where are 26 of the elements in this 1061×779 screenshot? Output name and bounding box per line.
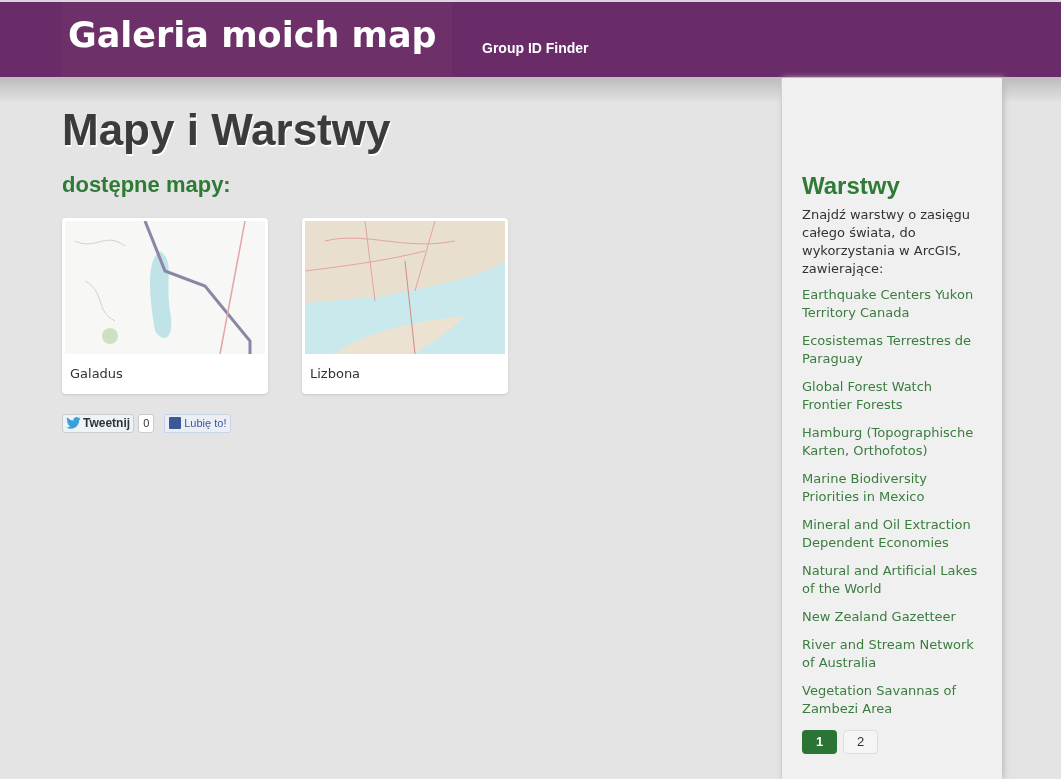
layer-link[interactable]: Earthquake Centers Yukon Territory Canada xyxy=(802,286,982,322)
tweet-button[interactable]: Tweetnij xyxy=(62,413,135,433)
page-button[interactable]: 1 xyxy=(802,730,837,754)
section-heading: dostępne mapy: xyxy=(62,174,232,196)
tweet-count: 0 xyxy=(138,413,155,433)
layer-link[interactable]: New Zealand Gazetteer xyxy=(802,608,982,626)
header-title[interactable]: Galeria moich map xyxy=(62,2,452,77)
layer-link[interactable]: Hamburg (Topographische Karten, Orthofotos) xyxy=(802,424,982,460)
page-button[interactable]: 2 xyxy=(843,730,878,754)
like-button[interactable]: Lubię to! xyxy=(164,413,232,433)
map-label: Lizbona xyxy=(309,365,362,383)
map-card[interactable]: Lizbona xyxy=(302,218,508,394)
bird-icon xyxy=(66,417,81,429)
nav-link[interactable]: Group ID Finder xyxy=(482,38,589,77)
map-label: Galadus xyxy=(69,365,124,383)
sidebar-title: Warstwy xyxy=(802,174,901,198)
layer-link[interactable]: Natural and Artificial Lakes of the World xyxy=(802,562,982,598)
layer-link[interactable]: Vegetation Savannas of Zambezi Area xyxy=(802,682,982,718)
layer-link[interactable]: Ecosistemas Terrestres de Paraguay xyxy=(802,332,982,368)
layer-link[interactable]: River and Stream Network of Australia xyxy=(802,636,982,672)
layer-link[interactable]: Marine Biodiversity Priorities in Mexico xyxy=(802,470,982,506)
layer-link[interactable]: Global Forest Watch Frontier Forests xyxy=(802,378,982,414)
map-card[interactable]: Galadus xyxy=(62,218,268,394)
sidebar-description: Znajdź warstwy o zasięgu całego świata, do wykorzystania w ArcGIS, zawierające: xyxy=(802,206,971,278)
page-title: Mapy i Warstwy xyxy=(62,108,392,152)
layer-link[interactable]: Mineral and Oil Extraction Dependent Economies xyxy=(802,516,982,552)
